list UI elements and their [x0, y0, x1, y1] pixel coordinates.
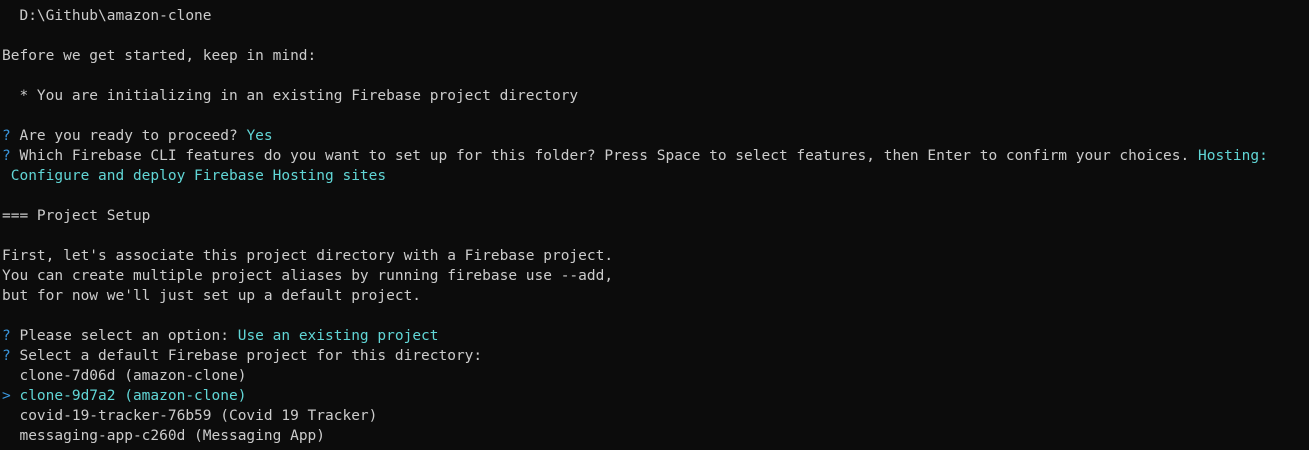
features-question: Which Firebase CLI features do you want …: [10, 148, 1198, 164]
project-option-label: clone-7d06d (amazon-clone): [10, 368, 247, 384]
pointer-placeholder: [2, 428, 11, 444]
pointer-placeholder: [2, 368, 11, 384]
question-mark-icon: ?: [2, 348, 11, 364]
selection-pointer-icon: >: [2, 388, 11, 404]
info-line-3: but for now we'll just set up a default …: [2, 288, 422, 304]
features-answer-hosting: Hosting:: [1197, 148, 1268, 164]
ready-prompt-line: ? Are you ready to proceed? Yes: [2, 126, 273, 146]
option-question: Please select an option:: [10, 328, 238, 344]
option-answer: Use an existing project: [237, 328, 439, 344]
features-prompt-line: ? Which Firebase CLI features do you wan…: [2, 146, 1268, 166]
existing-project-bullet: * You are initializing in an existing Fi…: [2, 88, 579, 104]
project-setup-header: === Project Setup: [2, 208, 151, 224]
project-option[interactable]: clone-7d06d (amazon-clone): [2, 366, 246, 386]
pointer-placeholder: [2, 408, 11, 424]
project-option[interactable]: covid-19-tracker-76b59 (Covid 19 Tracker…: [2, 406, 377, 426]
terminal-window[interactable]: D:\Github\amazon-clone Before we get sta…: [0, 0, 1309, 450]
project-option-label: covid-19-tracker-76b59 (Covid 19 Tracker…: [10, 408, 378, 424]
default-project-question: Select a default Firebase project for th…: [10, 348, 483, 364]
before-start-text: Before we get started, keep in mind:: [2, 48, 317, 64]
info-line-1: First, let's associate this project dire…: [2, 248, 614, 264]
project-option-label: messaging-app-c260d (Messaging App): [10, 428, 326, 444]
project-option-label: clone-9d7a2 (amazon-clone): [10, 388, 247, 404]
info-line-2: You can create multiple project aliases …: [2, 268, 614, 284]
default-project-prompt-line: ? Select a default Firebase project for …: [2, 346, 482, 366]
features-answer-description: Configure and deploy Firebase Hosting si…: [2, 168, 387, 184]
ready-answer: Yes: [246, 128, 273, 144]
question-mark-icon: ?: [2, 128, 11, 144]
question-mark-icon: ?: [2, 328, 11, 344]
option-prompt-line: ? Please select an option: Use an existi…: [2, 326, 439, 346]
project-option[interactable]: messaging-app-c260d (Messaging App): [2, 426, 325, 446]
ready-question: Are you ready to proceed?: [10, 128, 247, 144]
current-directory: D:\Github\amazon-clone: [2, 8, 212, 24]
features-answer-continued: Configure and deploy Firebase Hosting si…: [2, 166, 386, 186]
project-option-selected[interactable]: > clone-9d7a2 (amazon-clone): [2, 386, 246, 406]
question-mark-icon: ?: [2, 148, 11, 164]
